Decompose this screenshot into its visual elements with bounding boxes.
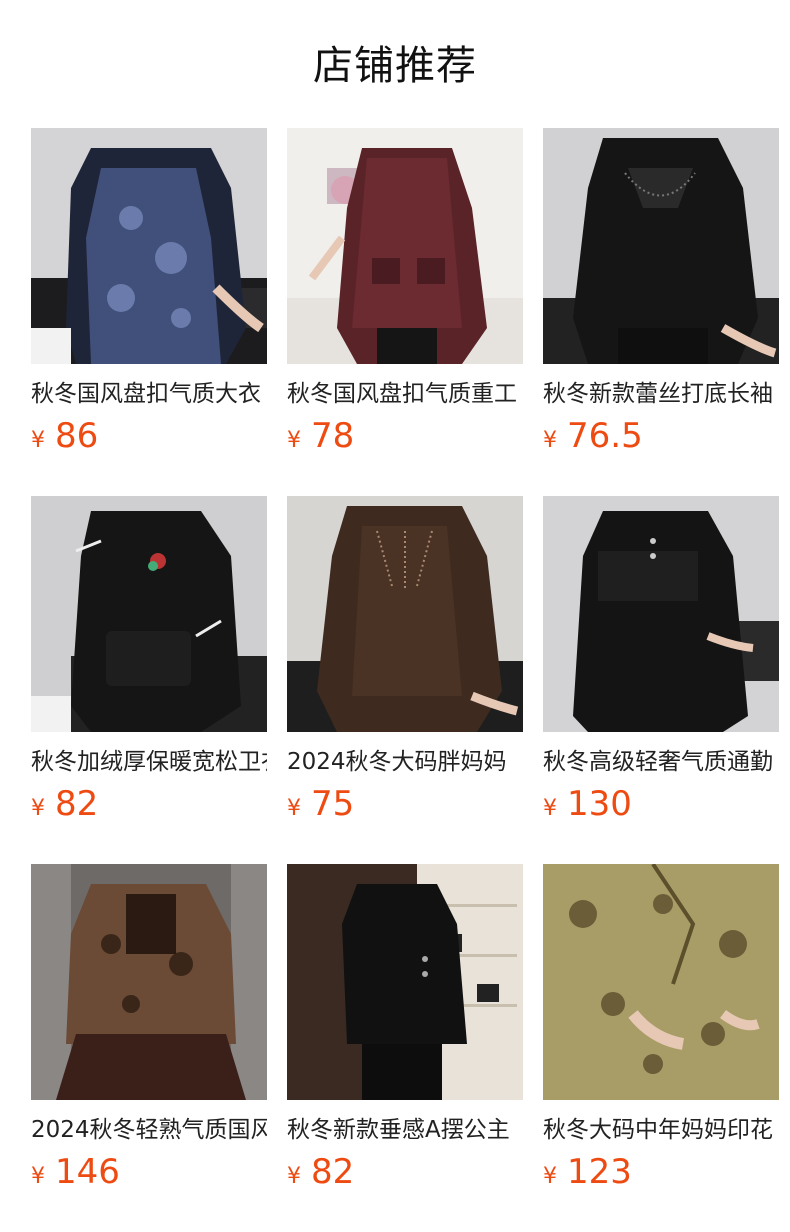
currency-symbol: ¥ xyxy=(543,1164,557,1189)
currency-symbol: ¥ xyxy=(31,1164,45,1189)
price-value: 78 xyxy=(311,416,355,456)
product-price: ¥78 xyxy=(287,414,354,458)
currency-symbol: ¥ xyxy=(31,428,45,453)
product-image[interactable] xyxy=(543,864,779,1100)
product-name[interactable]: 秋冬加绒厚保暖宽松卫衣 xyxy=(31,746,267,778)
product-image[interactable] xyxy=(287,864,523,1100)
product-card[interactable]: 秋冬国风盘扣气质大衣 ¥86 xyxy=(31,128,267,458)
product-card[interactable]: 秋冬高级轻奢气质通勤 ¥130 xyxy=(543,496,779,826)
product-card[interactable]: 秋冬国风盘扣气质重工 ¥78 xyxy=(287,128,523,458)
product-name[interactable]: 秋冬新款垂感A摆公主 xyxy=(287,1114,523,1146)
page-title: 店铺推荐 xyxy=(313,43,477,89)
product-image[interactable] xyxy=(287,496,523,732)
price-value: 86 xyxy=(55,416,99,456)
price-value: 76.5 xyxy=(567,416,643,456)
product-price: ¥130 xyxy=(543,782,632,826)
price-value: 82 xyxy=(311,1152,355,1192)
product-card[interactable]: 秋冬加绒厚保暖宽松卫衣 ¥82 xyxy=(31,496,267,826)
product-image[interactable] xyxy=(31,496,267,732)
price-value: 82 xyxy=(55,784,99,824)
currency-symbol: ¥ xyxy=(287,796,301,821)
product-name[interactable]: 秋冬高级轻奢气质通勤 xyxy=(543,746,779,778)
product-card[interactable]: 2024秋冬轻熟气质国风 ¥146 xyxy=(31,864,267,1194)
product-image[interactable] xyxy=(31,864,267,1100)
product-price: ¥86 xyxy=(31,414,98,458)
product-price: ¥123 xyxy=(543,1150,632,1194)
product-name[interactable]: 秋冬大码中年妈妈印花 xyxy=(543,1114,779,1146)
product-card[interactable]: 2024秋冬大码胖妈妈 ¥75 xyxy=(287,496,523,826)
product-card[interactable]: 秋冬新款垂感A摆公主 ¥82 xyxy=(287,864,523,1194)
product-name[interactable]: 2024秋冬大码胖妈妈 xyxy=(287,746,523,778)
currency-symbol: ¥ xyxy=(31,796,45,821)
currency-symbol: ¥ xyxy=(543,796,557,821)
price-value: 123 xyxy=(567,1152,632,1192)
currency-symbol: ¥ xyxy=(543,428,557,453)
product-name[interactable]: 秋冬国风盘扣气质大衣 xyxy=(31,378,267,410)
product-image[interactable] xyxy=(31,128,267,364)
price-value: 130 xyxy=(567,784,632,824)
product-image[interactable] xyxy=(543,128,779,364)
price-value: 75 xyxy=(311,784,355,824)
currency-symbol: ¥ xyxy=(287,1164,301,1189)
currency-symbol: ¥ xyxy=(287,428,301,453)
product-price: ¥82 xyxy=(287,1150,354,1194)
product-name[interactable]: 2024秋冬轻熟气质国风 xyxy=(31,1114,267,1146)
product-name[interactable]: 秋冬新款蕾丝打底长袖 xyxy=(543,378,779,410)
product-price: ¥82 xyxy=(31,782,98,826)
product-price: ¥75 xyxy=(287,782,354,826)
product-card[interactable]: 秋冬大码中年妈妈印花 ¥123 xyxy=(543,864,779,1194)
product-price: ¥146 xyxy=(31,1150,120,1194)
product-image[interactable] xyxy=(287,128,523,364)
product-card[interactable]: 秋冬新款蕾丝打底长袖 ¥76.5 xyxy=(543,128,779,458)
product-image[interactable] xyxy=(543,496,779,732)
product-name[interactable]: 秋冬国风盘扣气质重工 xyxy=(287,378,523,410)
product-price: ¥76.5 xyxy=(543,414,643,458)
price-value: 146 xyxy=(55,1152,120,1192)
